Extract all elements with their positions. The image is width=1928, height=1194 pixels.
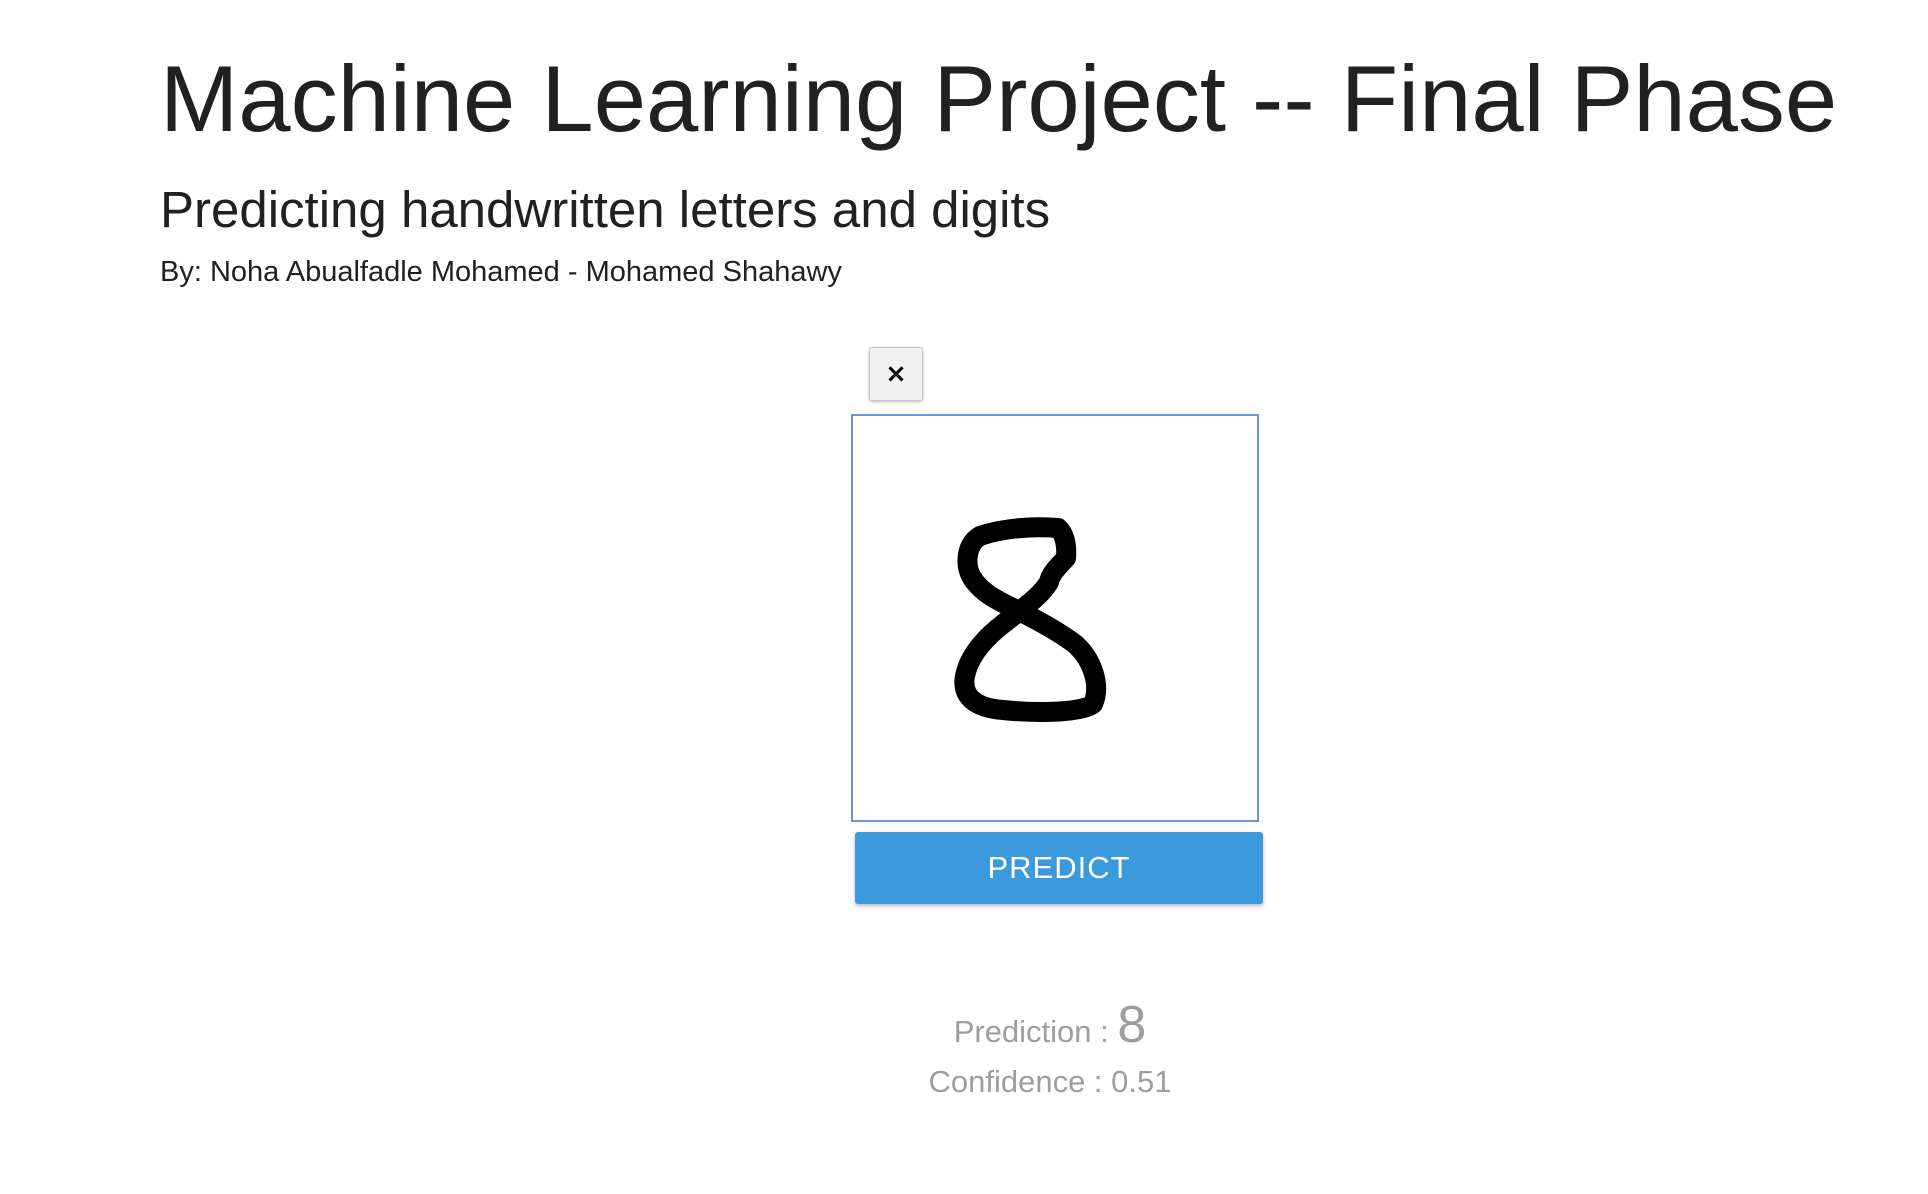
page: Machine Learning Project -- Final Phase … <box>0 0 1928 1194</box>
confidence-label: Confidence : <box>928 1064 1103 1099</box>
drawing-canvas[interactable] <box>851 414 1259 822</box>
handwritten-stroke <box>954 517 1107 722</box>
close-icon: × <box>885 359 907 389</box>
page-subtitle: Predicting handwritten letters and digit… <box>160 181 1051 238</box>
authors-line: By: Noha Abualfadle Mohamed - Mohamed Sh… <box>160 256 842 288</box>
prediction-line: Prediction : 8 <box>855 995 1245 1062</box>
confidence-line: Confidence : 0.51 <box>855 1062 1245 1102</box>
prediction-label: Prediction : <box>953 1014 1109 1049</box>
confidence-value: 0.51 <box>1111 1064 1172 1099</box>
predict-button[interactable]: PREDICT <box>855 832 1263 904</box>
clear-canvas-button[interactable]: × <box>869 347 923 401</box>
page-title: Machine Learning Project -- Final Phase <box>160 46 1838 151</box>
prediction-value: 8 <box>1117 996 1147 1054</box>
